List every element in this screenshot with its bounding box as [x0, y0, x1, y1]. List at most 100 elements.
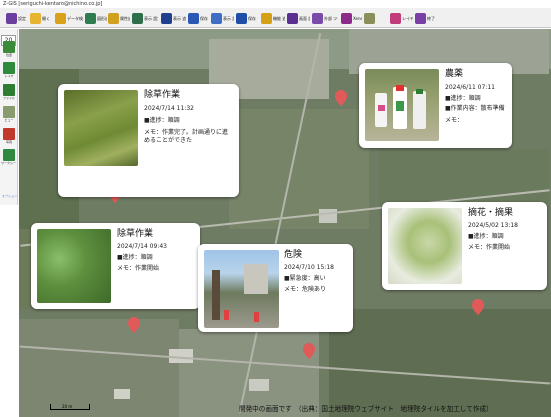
- sidebar-options-label[interactable]: オプション: [2, 194, 17, 198]
- toolbar-button[interactable]: 設定: [6, 10, 28, 26]
- toolbar-button[interactable]: 保存: [188, 10, 209, 26]
- wrench-icon: [287, 12, 298, 24]
- worksheet-icon: [3, 149, 15, 161]
- card-title: 農薬: [445, 69, 464, 79]
- toolbar-button-label: 属性追加: [120, 15, 130, 21]
- toolbar-button-label: 表示 追加: [173, 15, 186, 21]
- cut-grass-photo: [64, 90, 138, 166]
- toolbar-button-label: 保存: [248, 15, 256, 21]
- map-view[interactable]: 除草作業 2024/7/14 11:32 ■進捗：順調 メモ：作業完了。計画通り…: [19, 29, 551, 417]
- toolbar-button[interactable]: Xenex: [341, 10, 362, 26]
- card-date: 2024/7/14 11:32: [144, 105, 194, 112]
- card-date: 2024/6/11 07:11: [445, 84, 495, 91]
- save-icon: [188, 12, 199, 24]
- layer-icon: [390, 12, 401, 24]
- search-icon: [55, 12, 66, 24]
- photo-view-icon: [3, 106, 15, 118]
- card-progress: ■進捗：順調: [468, 233, 504, 240]
- toolbar-button-label: データ検索: [67, 15, 83, 21]
- sidebar-button[interactable]: 位置: [1, 41, 17, 63]
- grid-icon: [261, 12, 272, 24]
- info-card-weeding-start[interactable]: 除草作業 2024/7/14 09:43 ■進捗：順調 メモ：作業開始: [31, 223, 200, 309]
- sidebar: 20 オプション 位置レイヤファイルビュー写真ワークシート: [0, 29, 18, 205]
- toolbar-button[interactable]: 外部 ツール: [312, 10, 338, 26]
- sidebar-button-label: ファイル: [2, 96, 15, 100]
- card-date: 2024/7/10 15:18: [284, 264, 334, 271]
- card-urgency: ■緊急度：高い: [284, 275, 326, 282]
- toolbar-button[interactable]: 属性追加: [108, 10, 130, 26]
- map-pin[interactable]: [128, 317, 140, 333]
- map-field-block: [329, 309, 551, 417]
- toolbar-button-label: 画面 設定: [299, 15, 310, 21]
- map-pin[interactable]: [303, 343, 315, 359]
- gear-icon: [6, 12, 17, 24]
- toolbar-button-label: 外部 ツール: [324, 15, 338, 21]
- map-pin[interactable]: [472, 299, 484, 315]
- clipboard-icon: [211, 12, 222, 24]
- x-icon: [341, 12, 352, 24]
- layer-list-icon: [3, 62, 15, 74]
- card-note: メモ：作業開始: [117, 265, 160, 272]
- toolbar-button[interactable]: [364, 10, 388, 26]
- card-progress: ■進捗：順調: [144, 117, 180, 124]
- construction-site-photo: [204, 250, 279, 328]
- card-note: メモ：作業完了。計画通りに進めることができた: [144, 129, 229, 144]
- info-card-weeding-done[interactable]: 除草作業 2024/7/14 11:32 ■進捗：順調 メモ：作業完了。計画通り…: [58, 84, 239, 197]
- sidebar-button-label: 位置: [5, 53, 12, 57]
- card-title: 危険: [284, 250, 303, 260]
- info-card-danger[interactable]: 危険 2024/7/10 15:18 ■緊急度：高い メモ：危険あり: [198, 244, 353, 332]
- map-field-block: [19, 319, 179, 417]
- toolbar-button-label: 機能 追加: [273, 15, 285, 21]
- exit-icon: [415, 12, 426, 24]
- toolbar-button[interactable]: 開く: [30, 10, 52, 26]
- toolbar-button[interactable]: 図形追加: [85, 10, 107, 26]
- toolbar-button-label: 図形追加: [97, 15, 107, 21]
- footer-notice: 開発中の画面です （出典：国土地理院ウェブサイト 地理院タイルを加工して作成）: [239, 405, 493, 413]
- toolbar-button[interactable]: レイヤー: [390, 10, 413, 26]
- toolbar-button-label: 開く: [42, 15, 50, 21]
- toolbar-button[interactable]: 機能 追加: [261, 10, 285, 26]
- toolbar-button-label: 終了: [427, 15, 435, 21]
- toolbar-button[interactable]: 画面 設定: [287, 10, 310, 26]
- card-progress: ■進捗：順調: [117, 254, 153, 261]
- toolbar-button-label: Xenex: [353, 15, 362, 21]
- card-note: メモ：: [445, 117, 464, 124]
- toolbar-button[interactable]: 表示 追加: [161, 10, 186, 26]
- card-progress: ■進捗：順調: [445, 95, 481, 102]
- card-date: 2024/5/02 13:18: [468, 222, 518, 229]
- sidebar-button-label: レイヤ: [4, 74, 14, 78]
- tools-icon: [312, 12, 323, 24]
- globe-icon: [364, 12, 375, 24]
- location-icon: [3, 41, 15, 53]
- window-title: Z-GIS [seriguchi-kentaro@nichino.co.jp]: [0, 0, 551, 8]
- sidebar-button[interactable]: ファイル: [1, 84, 17, 106]
- map-pin[interactable]: [335, 90, 347, 106]
- sidebar-button[interactable]: 写真: [1, 128, 17, 150]
- toolbar-button[interactable]: データ検索: [55, 10, 83, 26]
- card-work-detail: ■作業内容：散布準備: [445, 105, 505, 112]
- card-note: メモ：危険あり: [284, 286, 327, 293]
- toolbar-button-label: 設定: [18, 15, 26, 21]
- map-building: [114, 389, 130, 399]
- sidebar-button[interactable]: レイヤ: [1, 62, 17, 84]
- toolbar-button-label: レイヤー: [402, 15, 413, 21]
- toolbar-button[interactable]: 表示 設定: [132, 10, 158, 26]
- card-title: 摘花・摘果: [468, 208, 514, 218]
- display-settings-icon: [132, 12, 143, 24]
- info-card-thinning[interactable]: 摘花・摘果 2024/5/02 13:18 ■進捗：順調 メモ：作業開始: [382, 202, 547, 290]
- table-add-icon: [108, 12, 119, 24]
- sidebar-button[interactable]: ワークシート: [1, 149, 17, 171]
- toolbar-button-label: 保存: [200, 15, 208, 21]
- toolbar-button-label: 表示 設定: [144, 15, 158, 21]
- card-title: 除草作業: [144, 90, 181, 100]
- folder-open-icon: [30, 12, 41, 24]
- shape-add-icon: [85, 12, 96, 24]
- sidebar-button[interactable]: ビュー: [1, 106, 17, 128]
- save-disk-icon: [236, 12, 247, 24]
- toolbar-button[interactable]: 表示 設定: [211, 10, 234, 26]
- toolbar-button[interactable]: 終了: [415, 10, 437, 26]
- toolbar-button[interactable]: 保存: [236, 10, 259, 26]
- map-building: [249, 379, 269, 391]
- sidebar-button-label: 写真: [5, 140, 12, 144]
- info-card-pesticide[interactable]: 農薬 2024/6/11 07:11 ■進捗：順調 ■作業内容：散布準備 メモ：: [359, 63, 512, 148]
